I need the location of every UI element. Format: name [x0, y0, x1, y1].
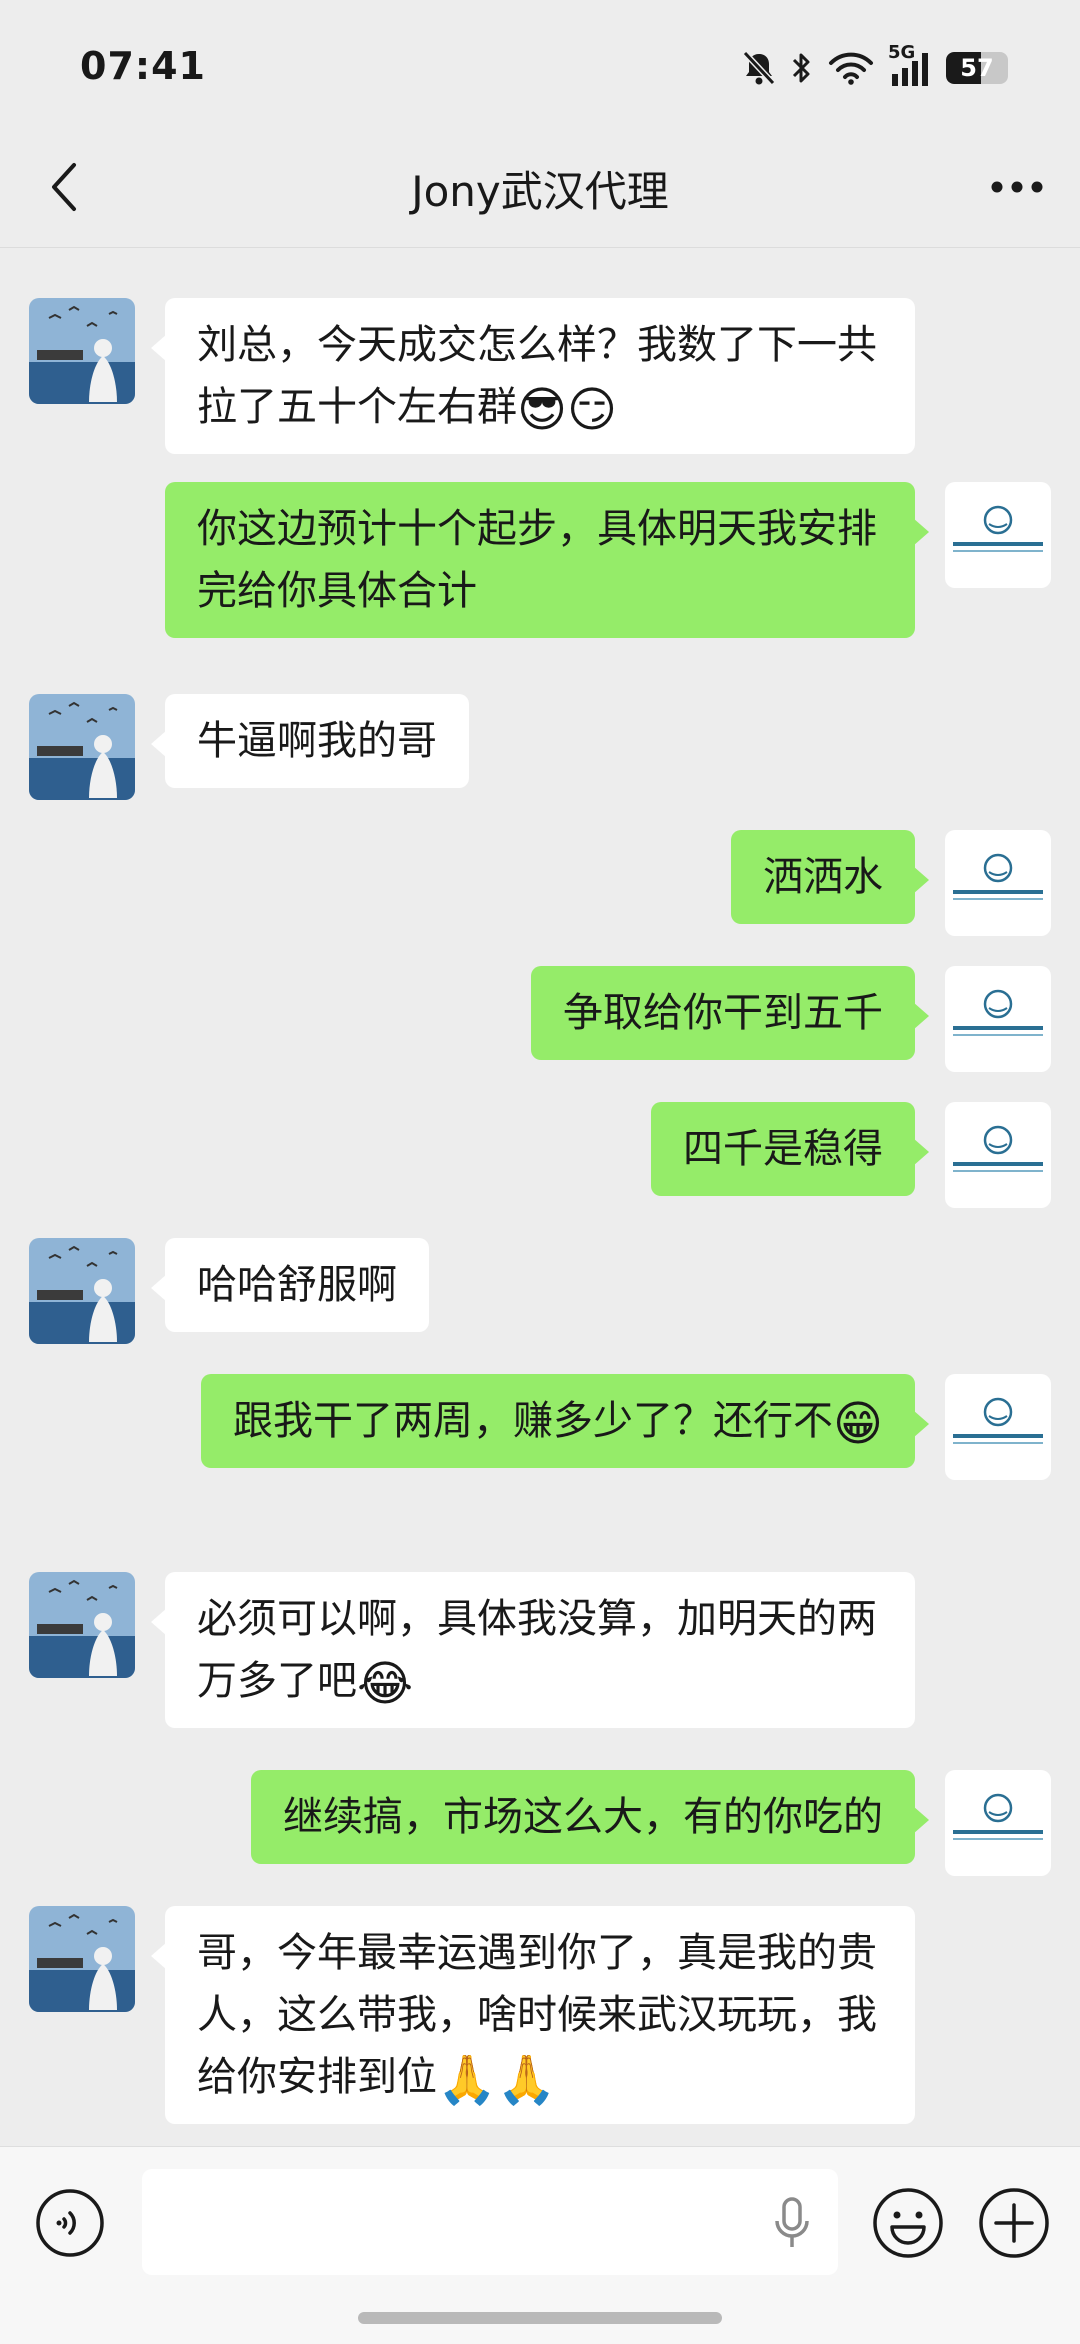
- user-avatar[interactable]: [945, 482, 1051, 588]
- plus-button[interactable]: [976, 2185, 1052, 2261]
- status-time: 07:41: [80, 44, 206, 88]
- user-avatar[interactable]: [945, 1374, 1051, 1480]
- emoji-button[interactable]: [870, 2185, 946, 2261]
- message-emoji: 🙏🙏: [437, 2052, 557, 2108]
- battery-icon: 57: [946, 52, 1008, 84]
- more-button[interactable]: [980, 152, 1054, 222]
- bluetooth-icon: [790, 50, 814, 86]
- message-bubble[interactable]: 四千是稳得: [651, 1102, 929, 1196]
- voice-toggle-button[interactable]: [34, 2187, 106, 2259]
- user-avatar[interactable]: [945, 1102, 1051, 1208]
- message-text: 必须可以啊，具体我没算，加明天的两万多了吧: [197, 1596, 877, 1704]
- message-bubble[interactable]: 洒洒水: [731, 830, 929, 924]
- message-bubble[interactable]: 你这边预计十个起步，具体明天我安排完给你具体合计: [165, 482, 929, 638]
- plus-icon: [979, 2188, 1049, 2258]
- message-emoji: 😁: [832, 1396, 883, 1452]
- message-text: 洒洒水: [763, 854, 883, 900]
- message-bubble[interactable]: 争取给你干到五千: [531, 966, 929, 1060]
- more-dots-icon: [991, 181, 1043, 193]
- message-bubble[interactable]: 哈哈舒服啊: [151, 1238, 429, 1332]
- message-emoji: 😎😏: [517, 382, 618, 438]
- battery-level: 57: [960, 54, 994, 82]
- message-emoji: 😂: [357, 1656, 414, 1712]
- contact-avatar[interactable]: [29, 1572, 135, 1678]
- user-avatar[interactable]: [945, 966, 1051, 1072]
- message-text: 争取给你干到五千: [563, 990, 883, 1036]
- message-text: 跟我干了两周，赚多少了？还行不: [232, 1398, 833, 1444]
- message-bubble[interactable]: 牛逼啊我的哥: [151, 694, 469, 788]
- message-bubble[interactable]: 刘总，今天成交怎么样？我数了下一共拉了五十个左右群😎😏: [151, 298, 915, 454]
- chat-title: Jony武汉代理: [411, 167, 669, 216]
- message-text: 牛逼啊我的哥: [197, 718, 437, 764]
- message-text: 四千是稳得: [683, 1126, 883, 1172]
- emoji-icon: [873, 2188, 943, 2258]
- status-icons: 5G 57: [742, 42, 1008, 88]
- user-avatar[interactable]: [945, 830, 1051, 936]
- voice-toggle-icon: [36, 2189, 104, 2257]
- bell-muted-icon: [742, 50, 776, 86]
- message-list[interactable]: 刘总，今天成交怎么样？我数了下一共拉了五十个左右群😎😏 你这边预计十个起步，具体…: [0, 248, 1080, 2146]
- chat-header: Jony武汉代理: [0, 130, 1080, 248]
- message-text: 继续搞，市场这么大，有的你吃的: [283, 1794, 883, 1840]
- microphone-button[interactable]: [762, 2193, 822, 2253]
- message-text: 你这边预计十个起步，具体明天我安排完给你具体合计: [197, 506, 877, 614]
- cellular-signal-icon: 5G: [888, 42, 932, 88]
- message-bubble[interactable]: 跟我干了两周，赚多少了？还行不😁: [200, 1374, 930, 1468]
- contact-avatar[interactable]: [29, 298, 135, 404]
- wifi-icon: [828, 51, 874, 85]
- contact-avatar[interactable]: [29, 1238, 135, 1344]
- message-bubble[interactable]: 哥，今年最幸运遇到你了，真是我的贵人，这么带我，啥时候来武汉玩玩，我给你安排到位…: [151, 1906, 915, 2124]
- status-bar: 07:41 5G 57: [0, 0, 1080, 130]
- message-text: 哈哈舒服啊: [197, 1262, 397, 1308]
- message-input[interactable]: [142, 2169, 838, 2275]
- home-indicator[interactable]: [358, 2312, 722, 2324]
- user-avatar[interactable]: [945, 1770, 1051, 1876]
- message-bubble[interactable]: 必须可以啊，具体我没算，加明天的两万多了吧😂: [151, 1572, 915, 1728]
- contact-avatar[interactable]: [29, 1906, 135, 2012]
- contact-avatar[interactable]: [29, 694, 135, 800]
- microphone-icon: [775, 2197, 809, 2247]
- message-bubble[interactable]: 继续搞，市场这么大，有的你吃的: [251, 1770, 929, 1864]
